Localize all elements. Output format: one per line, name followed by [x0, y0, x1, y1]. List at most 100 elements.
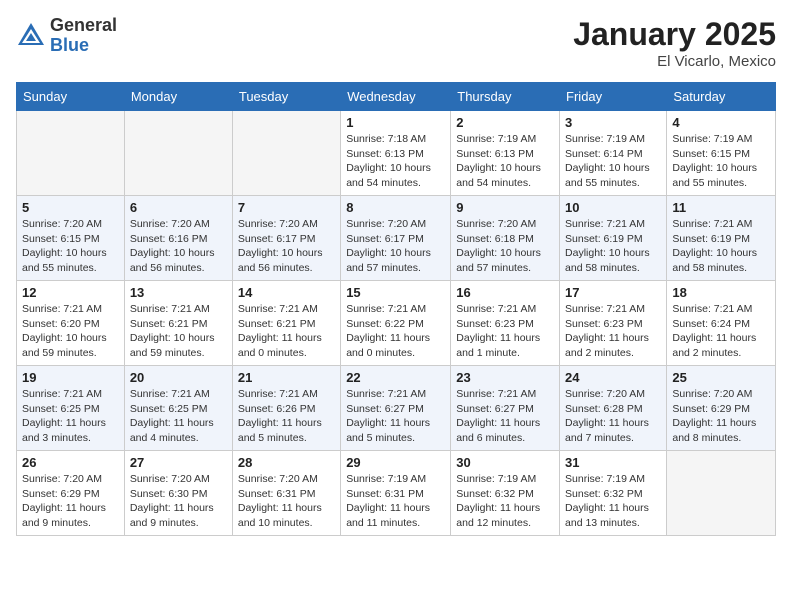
calendar-cell: 11 Sunrise: 7:21 AMSunset: 6:19 PMDayligh…	[667, 196, 776, 281]
calendar-cell: 7Sunrise: 7:20 AMSunset: 6:17 PMDaylight…	[232, 196, 340, 281]
calendar-cell: 19 Sunrise: 7:21 AMSunset: 6:25 PMDayligh…	[17, 366, 125, 451]
calendar-cell: 13 Sunrise: 7:21 AMSunset: 6:21 PMDayligh…	[124, 281, 232, 366]
day-info: Sunrise: 7:21 AMSunset: 6:19 PMDaylight:…	[672, 217, 770, 276]
calendar-cell: 18Sunrise: 7:21 AMSunset: 6:24 PMDayligh…	[667, 281, 776, 366]
calendar-cell: 26 Sunrise: 7:20 AMSunset: 6:29 PMDayligh…	[17, 451, 125, 536]
day-number: 16	[456, 285, 554, 300]
calendar-cell: 14 Sunrise: 7:21 AMSunset: 6:21 PMDayligh…	[232, 281, 340, 366]
calendar-cell: 6 Sunrise: 7:20 AMSunset: 6:16 PMDaylight…	[124, 196, 232, 281]
page-header: General Blue January 2025 El Vicarlo, Me…	[16, 16, 776, 70]
calendar-cell: 12 Sunrise: 7:21 AMSunset: 6:20 PMDayligh…	[17, 281, 125, 366]
day-number: 19	[22, 370, 119, 385]
day-info: Sunrise: 7:21 AMSunset: 6:25 PMDaylight:…	[130, 387, 227, 446]
day-number: 26	[22, 455, 119, 470]
calendar-day-header: Wednesday	[341, 83, 451, 111]
calendar-cell: 1Sunrise: 7:18 AMSunset: 6:13 PMDaylight…	[341, 111, 451, 196]
day-info: Sunrise: 7:19 AMSunset: 6:15 PMDaylight:…	[672, 132, 770, 191]
calendar-week-row: 19 Sunrise: 7:21 AMSunset: 6:25 PMDayligh…	[17, 366, 776, 451]
day-info: Sunrise: 7:20 AMSunset: 6:29 PMDaylight:…	[22, 472, 119, 531]
day-number: 8	[346, 200, 445, 215]
day-info: Sunrise: 7:21 AMSunset: 6:19 PMDaylight:…	[565, 217, 661, 276]
day-number: 21	[238, 370, 335, 385]
calendar-day-header: Saturday	[667, 83, 776, 111]
calendar-cell: 9Sunrise: 7:20 AMSunset: 6:18 PMDaylight…	[451, 196, 560, 281]
day-number: 13	[130, 285, 227, 300]
title-block: January 2025 El Vicarlo, Mexico	[573, 16, 776, 70]
day-number: 14	[238, 285, 335, 300]
day-info: Sunrise: 7:19 AMSunset: 6:13 PMDaylight:…	[456, 132, 554, 191]
day-number: 18	[672, 285, 770, 300]
calendar-cell: 29 Sunrise: 7:19 AMSunset: 6:31 PMDayligh…	[341, 451, 451, 536]
calendar-cell: 24 Sunrise: 7:20 AMSunset: 6:28 PMDayligh…	[560, 366, 667, 451]
day-info: Sunrise: 7:21 AMSunset: 6:20 PMDaylight:…	[22, 302, 119, 361]
calendar-day-header: Friday	[560, 83, 667, 111]
day-info: Sunrise: 7:21 AMSunset: 6:23 PMDaylight:…	[565, 302, 661, 361]
day-number: 24	[565, 370, 661, 385]
calendar-cell: 20 Sunrise: 7:21 AMSunset: 6:25 PMDayligh…	[124, 366, 232, 451]
calendar-cell: 8 Sunrise: 7:20 AMSunset: 6:17 PMDaylight…	[341, 196, 451, 281]
calendar-header-row: SundayMondayTuesdayWednesdayThursdayFrid…	[17, 83, 776, 111]
calendar-cell: 27 Sunrise: 7:20 AMSunset: 6:30 PMDayligh…	[124, 451, 232, 536]
day-number: 2	[456, 115, 554, 130]
day-info: Sunrise: 7:20 AMSunset: 6:30 PMDaylight:…	[130, 472, 227, 531]
calendar-cell: 16 Sunrise: 7:21 AMSunset: 6:23 PMDayligh…	[451, 281, 560, 366]
day-info: Sunrise: 7:20 AMSunset: 6:15 PMDaylight:…	[22, 217, 119, 276]
day-info: Sunrise: 7:21 AMSunset: 6:27 PMDaylight:…	[456, 387, 554, 446]
day-number: 23	[456, 370, 554, 385]
calendar-cell: 28 Sunrise: 7:20 AMSunset: 6:31 PMDayligh…	[232, 451, 340, 536]
day-info: Sunrise: 7:21 AMSunset: 6:22 PMDaylight:…	[346, 302, 445, 361]
day-number: 30	[456, 455, 554, 470]
day-number: 12	[22, 285, 119, 300]
calendar-week-row: 26 Sunrise: 7:20 AMSunset: 6:29 PMDayligh…	[17, 451, 776, 536]
day-info: Sunrise: 7:19 AMSunset: 6:32 PMDaylight:…	[565, 472, 661, 531]
calendar-cell: 10 Sunrise: 7:21 AMSunset: 6:19 PMDayligh…	[560, 196, 667, 281]
day-number: 4	[672, 115, 770, 130]
calendar-cell: 21Sunrise: 7:21 AMSunset: 6:26 PMDayligh…	[232, 366, 340, 451]
day-number: 28	[238, 455, 335, 470]
logo: General Blue	[16, 16, 117, 56]
calendar-cell: 31 Sunrise: 7:19 AMSunset: 6:32 PMDayligh…	[560, 451, 667, 536]
calendar-day-header: Tuesday	[232, 83, 340, 111]
calendar-cell: 15Sunrise: 7:21 AMSunset: 6:22 PMDayligh…	[341, 281, 451, 366]
day-number: 11	[672, 200, 770, 215]
day-number: 10	[565, 200, 661, 215]
day-number: 27	[130, 455, 227, 470]
calendar-cell: 5Sunrise: 7:20 AMSunset: 6:15 PMDaylight…	[17, 196, 125, 281]
logo-blue-text: Blue	[50, 36, 117, 56]
day-number: 9	[456, 200, 554, 215]
day-number: 22	[346, 370, 445, 385]
day-number: 6	[130, 200, 227, 215]
calendar-day-header: Sunday	[17, 83, 125, 111]
day-info: Sunrise: 7:19 AMSunset: 6:31 PMDaylight:…	[346, 472, 445, 531]
calendar-cell: 23 Sunrise: 7:21 AMSunset: 6:27 PMDayligh…	[451, 366, 560, 451]
logo-icon	[16, 21, 46, 51]
day-number: 1	[346, 115, 445, 130]
calendar-cell: 4 Sunrise: 7:19 AMSunset: 6:15 PMDaylight…	[667, 111, 776, 196]
day-number: 29	[346, 455, 445, 470]
day-number: 31	[565, 455, 661, 470]
day-number: 20	[130, 370, 227, 385]
calendar-cell	[124, 111, 232, 196]
day-info: Sunrise: 7:20 AMSunset: 6:17 PMDaylight:…	[346, 217, 445, 276]
day-info: Sunrise: 7:20 AMSunset: 6:28 PMDaylight:…	[565, 387, 661, 446]
day-number: 3	[565, 115, 661, 130]
day-info: Sunrise: 7:20 AMSunset: 6:31 PMDaylight:…	[238, 472, 335, 531]
calendar-table: SundayMondayTuesdayWednesdayThursdayFrid…	[16, 82, 776, 536]
calendar-day-header: Thursday	[451, 83, 560, 111]
calendar-cell: 2 Sunrise: 7:19 AMSunset: 6:13 PMDaylight…	[451, 111, 560, 196]
calendar-cell	[667, 451, 776, 536]
day-number: 25	[672, 370, 770, 385]
day-info: Sunrise: 7:20 AMSunset: 6:16 PMDaylight:…	[130, 217, 227, 276]
day-info: Sunrise: 7:21 AMSunset: 6:23 PMDaylight:…	[456, 302, 554, 361]
location-text: El Vicarlo, Mexico	[573, 53, 776, 70]
day-info: Sunrise: 7:21 AMSunset: 6:25 PMDaylight:…	[22, 387, 119, 446]
day-info: Sunrise: 7:21 AMSunset: 6:21 PMDaylight:…	[130, 302, 227, 361]
day-info: Sunrise: 7:20 AMSunset: 6:29 PMDaylight:…	[672, 387, 770, 446]
calendar-week-row: 1Sunrise: 7:18 AMSunset: 6:13 PMDaylight…	[17, 111, 776, 196]
day-info: Sunrise: 7:19 AMSunset: 6:14 PMDaylight:…	[565, 132, 661, 191]
calendar-cell	[232, 111, 340, 196]
day-info: Sunrise: 7:21 AMSunset: 6:27 PMDaylight:…	[346, 387, 445, 446]
calendar-cell: 30Sunrise: 7:19 AMSunset: 6:32 PMDayligh…	[451, 451, 560, 536]
day-info: Sunrise: 7:21 AMSunset: 6:21 PMDaylight:…	[238, 302, 335, 361]
calendar-cell: 25 Sunrise: 7:20 AMSunset: 6:29 PMDayligh…	[667, 366, 776, 451]
